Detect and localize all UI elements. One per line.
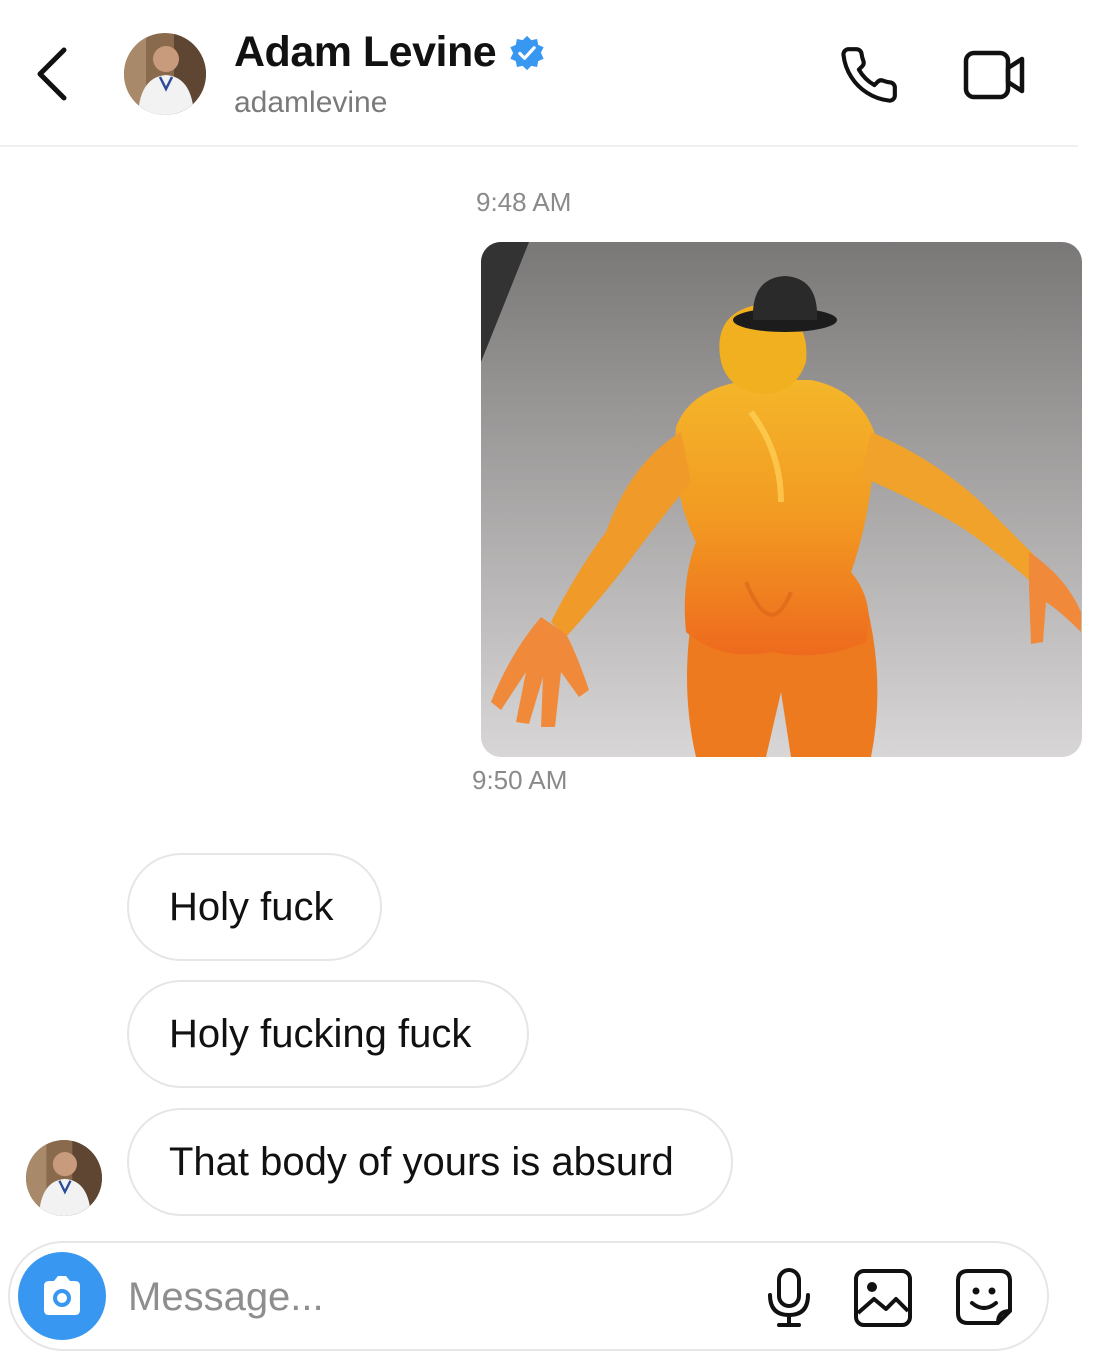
chat-header: Adam Levine adamlevine <box>0 0 1078 147</box>
photo-image <box>481 242 1082 757</box>
camera-button[interactable] <box>18 1252 106 1340</box>
back-button[interactable] <box>32 42 76 106</box>
sticker-button[interactable] <box>952 1265 1016 1329</box>
camera-icon <box>44 1276 80 1315</box>
sender-avatar[interactable] <box>26 1140 102 1216</box>
video-camera-icon <box>963 50 1025 100</box>
sent-photo-message[interactable] <box>481 242 1082 757</box>
contact-username: adamlevine <box>234 86 388 119</box>
video-call-button[interactable] <box>962 47 1028 103</box>
message-text: Holy fuck <box>169 884 334 929</box>
message-composer <box>8 1241 1049 1351</box>
received-message[interactable]: That body of yours is absurd <box>127 1108 733 1216</box>
contact-name[interactable]: Adam Levine <box>234 28 497 77</box>
phone-icon <box>841 47 897 103</box>
message-text: That body of yours is absurd <box>169 1139 674 1184</box>
chevron-left-icon <box>37 47 67 101</box>
gallery-button[interactable] <box>852 1267 914 1329</box>
verified-badge-icon <box>510 35 544 70</box>
contact-avatar[interactable] <box>124 33 206 115</box>
gallery-icon <box>854 1269 912 1327</box>
sticker-icon <box>956 1269 1012 1325</box>
microphone-icon <box>768 1268 810 1327</box>
timestamp: 9:50 AM <box>472 765 568 795</box>
avatar-image <box>26 1140 102 1216</box>
received-message[interactable]: Holy fucking fuck <box>127 980 529 1088</box>
message-text: Holy fucking fuck <box>169 1011 472 1056</box>
message-input[interactable] <box>126 1261 730 1333</box>
voice-message-button[interactable] <box>762 1267 816 1329</box>
avatar-image <box>124 33 206 115</box>
received-message[interactable]: Holy fuck <box>127 853 382 961</box>
audio-call-button[interactable] <box>838 44 900 106</box>
timestamp: 9:48 AM <box>476 187 572 217</box>
